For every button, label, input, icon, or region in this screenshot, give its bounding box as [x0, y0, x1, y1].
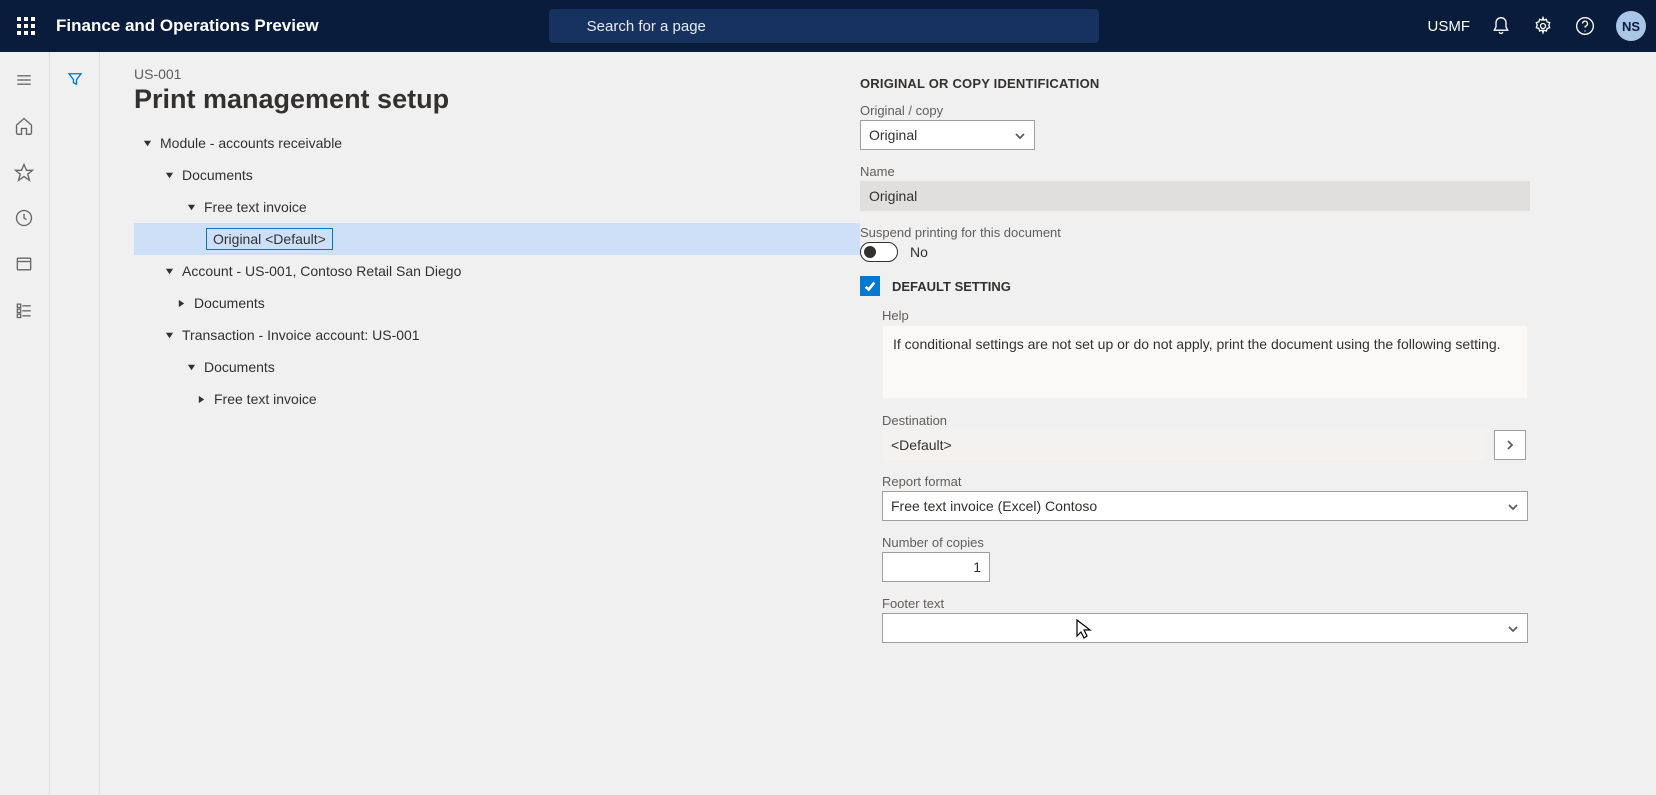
input-copies[interactable]: 1 [882, 552, 990, 582]
help-icon[interactable] [1574, 15, 1596, 37]
toggle-value: No [910, 244, 928, 260]
checkbox-default-setting[interactable] [860, 276, 880, 296]
tree-node-account[interactable]: Account - US-001, Contoso Retail San Die… [134, 255, 860, 287]
section-label-identification: ORIGINAL OR COPY IDENTIFICATION [860, 76, 1646, 91]
label-original-copy: Original / copy [860, 103, 1646, 118]
input-value: 1 [973, 559, 981, 575]
input-name: Original [860, 181, 1530, 211]
help-text: If conditional settings are not set up o… [882, 325, 1528, 399]
clock-icon[interactable] [14, 208, 36, 230]
chevron-down-icon [184, 200, 198, 214]
breadcrumb: US-001 [134, 66, 860, 82]
chevron-down-icon [162, 264, 176, 278]
topbar: Finance and Operations Preview USMF NS [0, 0, 1656, 52]
tree-label: Module - accounts receivable [160, 135, 342, 151]
chevron-down-icon [184, 360, 198, 374]
star-icon[interactable] [14, 162, 36, 184]
tree-node-documents[interactable]: Documents [134, 159, 860, 191]
select-value: Free text invoice (Excel) Contoso [891, 498, 1097, 514]
label-help: Help [882, 308, 1646, 323]
select-value: Original [869, 127, 917, 143]
tree-label: Transaction - Invoice account: US-001 [182, 327, 420, 343]
hamburger-icon[interactable] [14, 70, 36, 92]
tree-node-account-documents[interactable]: Documents [134, 287, 860, 319]
tree-node-module[interactable]: Module - accounts receivable [134, 127, 860, 159]
label-report-format: Report format [882, 474, 1646, 489]
tree: Module - accounts receivable Documents F… [134, 127, 860, 415]
label-destination: Destination [882, 413, 1646, 428]
input-value: Original [869, 188, 917, 204]
app-title: Finance and Operations Preview [56, 16, 319, 36]
chevron-right-icon [174, 296, 188, 310]
input-value: <Default> [891, 437, 952, 453]
tree-node-free-text-invoice-2[interactable]: Free text invoice [134, 383, 860, 415]
chevron-down-icon [140, 136, 154, 150]
label-copies: Number of copies [882, 535, 1646, 550]
page-title: Print management setup [134, 84, 860, 115]
tree-label: Documents [194, 295, 265, 311]
tree-label: Documents [204, 359, 275, 375]
chevron-right-icon [194, 392, 208, 406]
tree-label: Account - US-001, Contoso Retail San Die… [182, 263, 461, 279]
tree-node-free-text-invoice[interactable]: Free text invoice [134, 191, 860, 223]
chevron-down-icon [1507, 500, 1519, 512]
label-default-setting: DEFAULT SETTING [892, 279, 1011, 294]
company-indicator[interactable]: USMF [1428, 18, 1471, 35]
input-destination[interactable]: <Default> [882, 430, 1484, 460]
filter-icon[interactable] [66, 70, 84, 91]
tree-node-original-default[interactable]: Original <Default> [134, 223, 860, 255]
tree-node-transaction-documents[interactable]: Documents [134, 351, 860, 383]
search-input[interactable] [549, 9, 1099, 43]
chevron-down-icon [1014, 129, 1026, 141]
tree-node-transaction[interactable]: Transaction - Invoice account: US-001 [134, 319, 860, 351]
left-nav-rail [0, 52, 50, 795]
tree-label: Free text invoice [204, 199, 307, 215]
tree-label: Documents [182, 167, 253, 183]
select-original-copy[interactable]: Original [860, 120, 1035, 150]
avatar[interactable]: NS [1616, 11, 1646, 41]
modules-icon[interactable] [14, 300, 36, 322]
gear-icon[interactable] [1532, 15, 1554, 37]
tree-area: US-001 Print management setup Module - a… [100, 52, 860, 795]
tree-label: Original <Default> [206, 228, 333, 250]
chevron-down-icon [162, 168, 176, 182]
select-report-format[interactable]: Free text invoice (Excel) Contoso [882, 491, 1528, 521]
filter-rail [50, 52, 100, 795]
home-icon[interactable] [14, 116, 36, 138]
bell-icon[interactable] [1490, 15, 1512, 37]
destination-lookup-button[interactable] [1494, 430, 1526, 460]
label-name: Name [860, 164, 1646, 179]
toggle-suspend[interactable] [860, 242, 898, 262]
chevron-down-icon [162, 328, 176, 342]
label-suspend: Suspend printing for this document [860, 225, 1646, 240]
label-footer: Footer text [882, 596, 1646, 611]
tree-label: Free text invoice [214, 391, 317, 407]
chevron-down-icon [1507, 622, 1519, 634]
app-launcher-icon[interactable] [10, 10, 42, 42]
select-footer-text[interactable] [882, 613, 1528, 643]
workspace-icon[interactable] [14, 254, 36, 276]
form-area: ORIGINAL OR COPY IDENTIFICATION Original… [860, 52, 1656, 795]
